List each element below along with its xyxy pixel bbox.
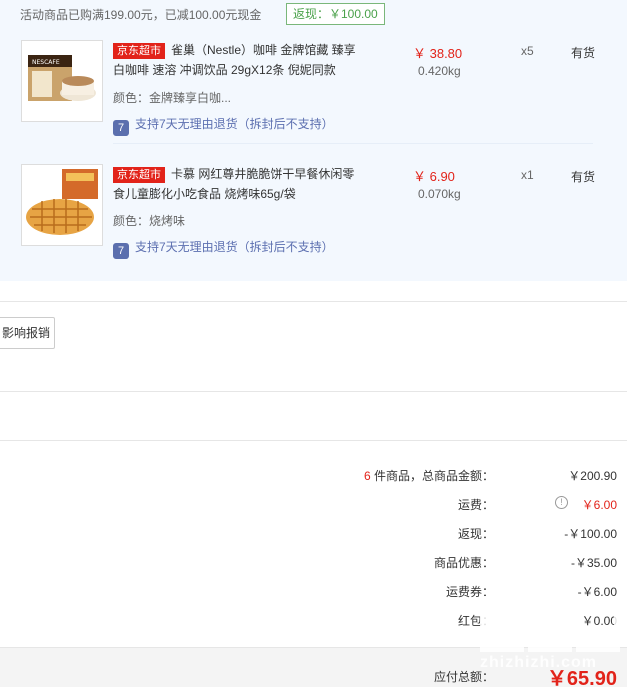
goods-total-value: ￥200.90: [568, 469, 617, 483]
svg-text:NESCAFE: NESCAFE: [32, 59, 60, 66]
shop-badge: 京东超市: [113, 167, 165, 183]
cart-items-panel: 活动商品已购满199.00元，已减100.00元现金 返现：￥100.00 NE…: [0, 0, 627, 281]
discount-label: 商品优惠：: [433, 556, 494, 570]
product-price: ￥ 6.90: [413, 169, 455, 184]
section-divider: [0, 391, 627, 392]
product-image[interactable]: NESCAFE: [21, 40, 103, 122]
return-policy-text: 支持7天无理由退货（拆封后不支持）: [135, 117, 334, 131]
product-attribute: 颜色：金牌臻享白咖...: [113, 91, 232, 105]
return-policy[interactable]: 7 支持7天无理由退货（拆封后不支持）: [113, 238, 334, 259]
watermark-glyph: [576, 596, 620, 652]
shipping-value: ￥6.00: [581, 498, 617, 512]
watermark: zhizhizhi.com: [476, 596, 622, 686]
product-attribute: 颜色：烧烤味: [113, 214, 186, 228]
return-policy[interactable]: 7 支持7天无理由退货（拆封后不支持）: [113, 115, 334, 136]
watermark-glyph: [528, 596, 572, 652]
product-title[interactable]: 京东超市 卡慕 网红尊井脆脆饼干早餐休闲零食儿童膨化小吃食品 烧烤味65g/袋: [113, 164, 358, 204]
section-divider: [0, 301, 627, 302]
goods-total-label-text: 件商品，总商品金额：: [370, 469, 494, 483]
goods-total-label: 6 件商品，总商品金额：: [364, 467, 494, 484]
return-policy-text: 支持7天无理由退货（拆封后不支持）: [135, 240, 334, 254]
product-image[interactable]: [21, 164, 103, 246]
section-divider: [0, 440, 627, 441]
product-weight: 0.070kg: [418, 187, 461, 201]
shipping-label: 运费：: [457, 498, 494, 512]
shop-badge: 京东超市: [113, 43, 165, 59]
product-quantity: x1: [521, 168, 534, 182]
product-title[interactable]: 京东超市 雀巢（Nestle）咖啡 金牌馆藏 臻享白咖啡 速溶 冲调饮品 29gX…: [113, 40, 358, 80]
product-weight: 0.420kg: [418, 64, 461, 78]
cashback-label: 返现：: [457, 527, 494, 541]
info-circle-icon[interactable]: !: [555, 496, 568, 509]
item-divider: [113, 143, 593, 144]
watermark-text: zhizhizhi.com: [480, 654, 597, 671]
stock-status: 有货: [571, 46, 596, 60]
discount-value: -￥35.00: [570, 556, 617, 570]
watermark-glyph: [480, 596, 524, 652]
seven-day-return-icon: 7: [113, 120, 129, 136]
promo-text: 活动商品已购满199.00元，已减100.00元现金: [20, 8, 262, 22]
seven-day-return-icon: 7: [113, 243, 129, 259]
cashback-value: -￥100.00: [564, 527, 617, 541]
item-count: 6: [363, 469, 371, 483]
reimbursement-button[interactable]: 影响报销: [0, 317, 55, 349]
product-price: ￥ 38.80: [413, 46, 463, 61]
product-quantity: x5: [521, 44, 534, 58]
cashback-tag: 返现：￥100.00: [286, 3, 385, 25]
stock-status: 有货: [571, 170, 596, 184]
